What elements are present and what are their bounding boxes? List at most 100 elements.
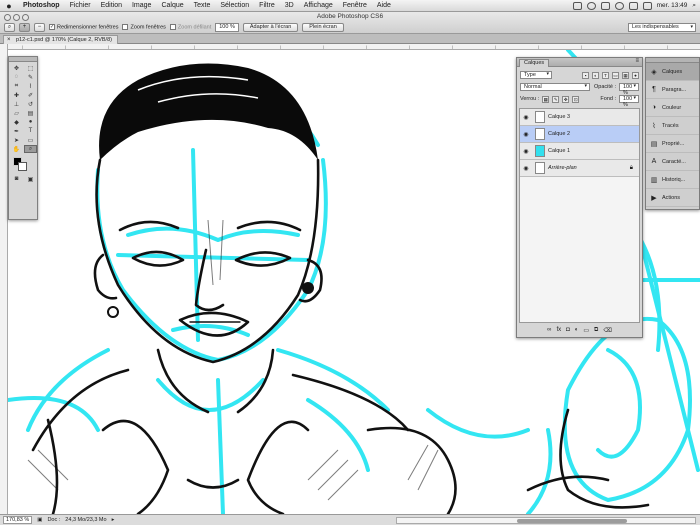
menu-edition[interactable]: Edition [96,0,127,12]
menu-fenetre[interactable]: Fenêtre [338,0,372,12]
delete-layer-icon[interactable]: ⌫ [603,327,611,334]
full-screen-button[interactable]: Plein écran [302,22,344,32]
resize-windows-checkbox[interactable]: ✓ [49,23,55,30]
add-mask-icon[interactable]: ◘ [566,327,570,333]
lock-transparency-icon[interactable]: ▦ [542,95,550,103]
hand-tool-icon[interactable]: ✋ [10,145,23,153]
dock-item-properties[interactable]: ▤ Proprié... [646,135,699,153]
dock-item-paragraph[interactable]: ¶ Paragra... [646,81,699,99]
scrubby-zoom-checkbox[interactable] [169,23,176,30]
marquee-tool-icon[interactable]: ⬚ [24,64,37,72]
layer-style-icon[interactable]: fx [556,327,561,333]
zoom-in-icon[interactable]: + [19,22,30,32]
history-brush-tool-icon[interactable]: ↺ [24,100,37,108]
menu-image[interactable]: Image [127,0,156,12]
filter-type-icon[interactable]: T [602,71,609,79]
menu-app-name[interactable]: Photoshop [18,0,65,12]
healing-tool-icon[interactable]: ✚ [10,91,23,99]
crop-tool-icon[interactable]: ⌗ [10,82,23,90]
pen-tool-icon[interactable]: ✒ [10,127,23,135]
resize-windows-option[interactable]: ✓ Redimensionner fenêtres [49,23,118,30]
eraser-tool-icon[interactable]: ▱ [10,109,23,117]
menu-fichier[interactable]: Fichier [65,0,96,12]
document-tab[interactable]: × p12-c1.psd @ 170% (Calque 2, RVB/8) [3,35,118,44]
filter-smart-object-icon[interactable]: ▦ [622,71,629,79]
panel-menu-icon[interactable]: ≡ [635,58,639,64]
clone-stamp-tool-icon[interactable]: ⊥ [10,100,23,108]
opacity-field[interactable]: 100 % [619,83,639,96]
menu-texte[interactable]: Texte [189,0,216,12]
layer-row-calque-1[interactable]: ◉ Calque 1 [520,143,639,160]
type-tool-icon[interactable]: T [24,127,37,135]
dock-item-actions[interactable]: ▶ Actions [646,189,699,207]
new-layer-icon[interactable]: ⧉ [594,327,598,334]
workspace-select[interactable]: Les indispensables [628,22,696,32]
visibility-eye-icon[interactable]: ◉ [520,148,532,155]
battery-icon[interactable] [642,1,652,10]
new-group-icon[interactable]: ▭ [583,327,589,334]
zoom-tool-icon[interactable]: ⌕ [24,145,37,153]
gradient-tool-icon[interactable]: ▤ [24,109,37,117]
eyedropper-tool-icon[interactable]: ⌇ [24,82,37,90]
vertical-ruler[interactable] [0,44,8,514]
fit-screen-button[interactable]: Adapter à l'écran [242,22,299,32]
menu-3d[interactable]: 3D [280,0,299,12]
filter-shape-icon[interactable]: ▭ [612,71,619,79]
shape-tool-icon[interactable]: ▭ [24,136,37,144]
filter-toggle-icon[interactable]: ● [632,71,639,79]
lock-all-icon[interactable]: ⊡ [572,95,580,103]
menu-filtre[interactable]: Filtre [254,0,280,12]
scrubby-zoom-option[interactable]: Zoom défilant [169,23,211,30]
apple-menu-icon[interactable]: ● [0,0,18,12]
filter-adjustment-icon[interactable]: ◐ [592,71,599,79]
blend-mode-select[interactable]: Normal [520,83,590,91]
dock-item-layers[interactable]: ◈ Calques [646,63,699,81]
brush-tool-icon[interactable]: ✐ [24,91,37,99]
dodge-tool-icon[interactable]: ● [24,118,37,126]
lock-pixels-icon[interactable]: ✎ [552,95,560,103]
zoom-tool-preset-icon[interactable]: ⌕ [4,22,15,32]
horizontal-scrollbar[interactable] [396,516,696,524]
zoom-out-icon[interactable]: − [34,22,45,32]
volume-icon[interactable] [628,1,638,10]
quick-select-tool-icon[interactable]: ✎ [24,73,37,81]
dock-item-history[interactable]: ▥ Historiq... [646,171,699,189]
move-tool-icon[interactable]: ✥ [10,64,23,72]
layer-filter-select[interactable]: Type [520,71,552,79]
dock-item-character[interactable]: A Caracté... [646,153,699,171]
path-selection-tool-icon[interactable]: ➤ [10,136,23,144]
visibility-eye-icon[interactable]: ◉ [520,114,532,121]
screen-mode-icon[interactable]: ▣ [24,175,37,183]
scrollbar-thumb[interactable] [517,518,627,523]
menubar-clock[interactable]: mer. 13:49 [657,2,688,9]
bluetooth-icon[interactable] [600,1,610,10]
lock-position-icon[interactable]: ✥ [562,95,570,103]
dock-item-paths[interactable]: ⌇ Tracés [646,117,699,135]
zoom-windows-checkbox[interactable] [122,23,129,30]
status-scroll-icon[interactable]: ▣ [37,517,42,523]
spotlight-icon[interactable]: ⌕ [692,2,696,10]
fill-field[interactable]: 100 % [619,95,639,108]
lasso-tool-icon[interactable]: ◌ [10,73,23,81]
close-tab-icon[interactable]: × [7,36,11,44]
visibility-eye-icon[interactable]: ◉ [520,165,532,172]
dock-item-color[interactable]: ◑ Couleur [646,99,699,117]
blur-tool-icon[interactable]: ◆ [10,118,23,126]
layer-row-calque-2[interactable]: ◉ Calque 2 [520,126,639,143]
zoom-value-field[interactable]: 100 % [215,22,239,32]
menu-selection[interactable]: Sélection [215,0,254,12]
adjustment-layer-icon[interactable]: ◐ [575,327,579,333]
quick-mask-icon[interactable]: ◙ [10,175,23,183]
background-color-swatch[interactable] [18,162,27,171]
sync-icon[interactable] [586,1,596,10]
layer-row-background[interactable]: ◉ Arrière-plan 🔒︎ [520,160,639,177]
layers-tab[interactable]: Calques [519,59,550,67]
zoom-windows-option[interactable]: Zoom fenêtres [122,23,166,30]
filter-pixel-icon[interactable]: ▪ [582,71,589,79]
visibility-eye-icon[interactable]: ◉ [520,131,532,138]
status-zoom-field[interactable]: 170,83 % [3,516,33,524]
status-menu-icon[interactable]: ▸ [112,517,115,523]
layer-row-calque-3[interactable]: ◉ Calque 3 [520,109,639,126]
menu-affichage[interactable]: Affichage [299,0,338,12]
link-layers-icon[interactable]: ∞ [547,327,551,333]
